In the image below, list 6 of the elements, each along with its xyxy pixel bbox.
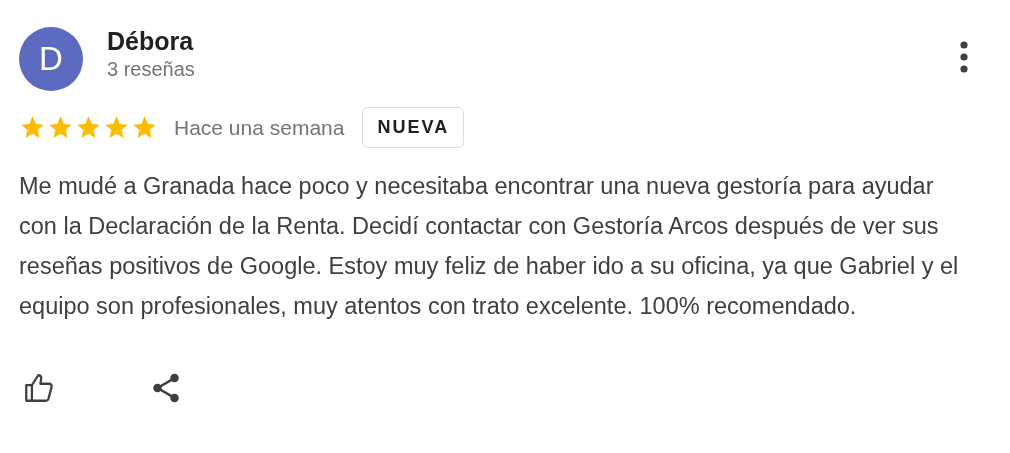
author-name[interactable]: Débora	[107, 27, 936, 56]
review-time: Hace una semana	[174, 115, 345, 140]
new-badge: NUEVA	[362, 107, 465, 148]
review-text: Me mudé a Granada hace poco y necesitaba encontrar una nueva gestoría para ayudar con la Declaración de la Renta. Decidí contactar con Gestoría Arcos después de ver sus reseñas positivos de Google. Estoy muy feliz de haber ido a su oficina, ya que Gabriel y el equipo son profesionales, muy atentos con trato excelente. 100% recomendado.	[19, 172, 960, 321]
review-count: 3 reseñas	[107, 58, 196, 81]
avatar: D	[19, 27, 83, 91]
